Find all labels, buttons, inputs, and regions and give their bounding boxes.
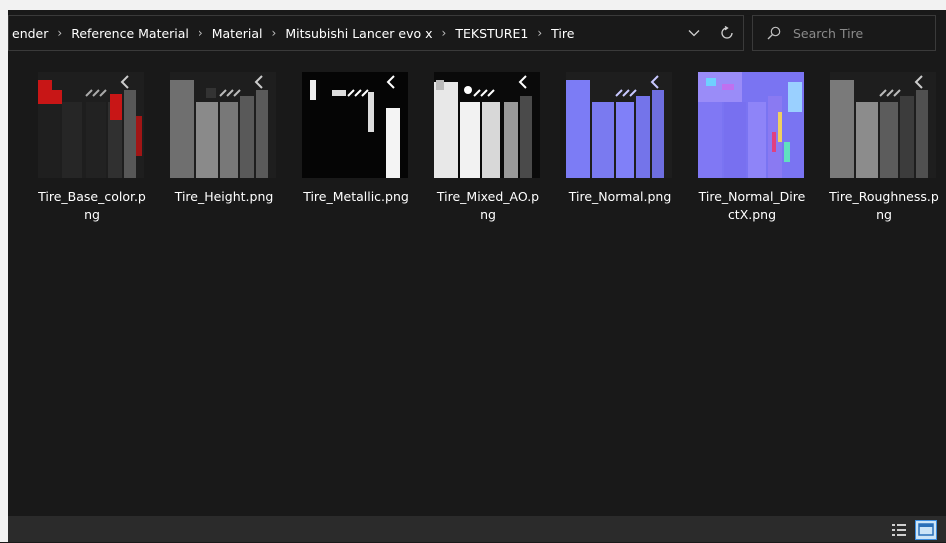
file-item[interactable]: Tire_Normal.png xyxy=(558,72,684,242)
search-icon xyxy=(767,25,783,41)
file-item[interactable]: Tire_Base_color.p ng xyxy=(30,72,156,242)
breadcrumb-separator-icon[interactable]: › xyxy=(266,26,283,40)
large-icons-view-button[interactable] xyxy=(915,520,937,540)
breadcrumb-ender[interactable]: ender xyxy=(9,26,51,41)
file-thumbnail xyxy=(698,72,804,178)
file-name: Tire_Mixed_AO.p ng xyxy=(436,189,540,222)
file-item[interactable]: Tire_Metallic.png xyxy=(294,72,420,242)
file-item[interactable]: Tire_Mixed_AO.p ng xyxy=(426,72,552,242)
file-name: Tire_Normal.png xyxy=(568,189,672,204)
breadcrumb-separator-icon[interactable]: › xyxy=(51,26,68,40)
address-history-button[interactable] xyxy=(679,16,709,50)
breadcrumb-tire[interactable]: Tire xyxy=(548,26,577,41)
file-name: Tire_Height.png xyxy=(174,189,274,204)
file-thumbnail xyxy=(302,72,408,178)
file-item[interactable]: Tire_Normal_Dire ctX.png xyxy=(690,72,816,242)
file-thumbnail xyxy=(566,72,672,178)
file-name: Tire_Roughness.p ng xyxy=(829,189,939,222)
breadcrumb-material[interactable]: Material xyxy=(209,26,266,41)
explorer-window: ender › Reference Material › Material › … xyxy=(8,10,946,542)
details-view-icon xyxy=(892,524,906,536)
status-bar xyxy=(8,516,946,542)
file-thumbnail xyxy=(38,72,144,178)
breadcrumb-separator-icon[interactable]: › xyxy=(436,26,453,40)
breadcrumb-mitsubishi-lancer[interactable]: Mitsubishi Lancer evo x xyxy=(282,26,435,41)
breadcrumb-teksture1[interactable]: TEKSTURE1 xyxy=(452,26,531,41)
breadcrumb-separator-icon[interactable]: › xyxy=(531,26,548,40)
refresh-button[interactable] xyxy=(712,16,742,50)
file-name: Tire_Base_color.p ng xyxy=(38,189,146,222)
large-icons-view-icon xyxy=(918,523,934,536)
details-view-button[interactable] xyxy=(891,522,907,538)
refresh-icon xyxy=(721,26,733,39)
file-thumbnail xyxy=(170,72,276,178)
search-input[interactable] xyxy=(791,24,935,42)
breadcrumb-separator-icon[interactable]: › xyxy=(192,26,209,40)
window-top-edge xyxy=(0,0,946,10)
file-thumbnail xyxy=(830,72,936,178)
breadcrumb-reference-material[interactable]: Reference Material xyxy=(68,26,192,41)
file-name: Tire_Metallic.png xyxy=(303,189,409,204)
address-bar[interactable]: ender › Reference Material › Material › … xyxy=(8,15,744,51)
chevron-down-icon xyxy=(688,30,700,37)
window-left-edge xyxy=(0,10,8,542)
file-item[interactable]: Tire_Height.png xyxy=(162,72,288,242)
file-item[interactable]: Tire_Roughness.p ng xyxy=(822,72,946,242)
file-thumbnail xyxy=(434,72,540,178)
file-name: Tire_Normal_Dire ctX.png xyxy=(698,189,806,222)
search-box[interactable] xyxy=(752,15,936,51)
